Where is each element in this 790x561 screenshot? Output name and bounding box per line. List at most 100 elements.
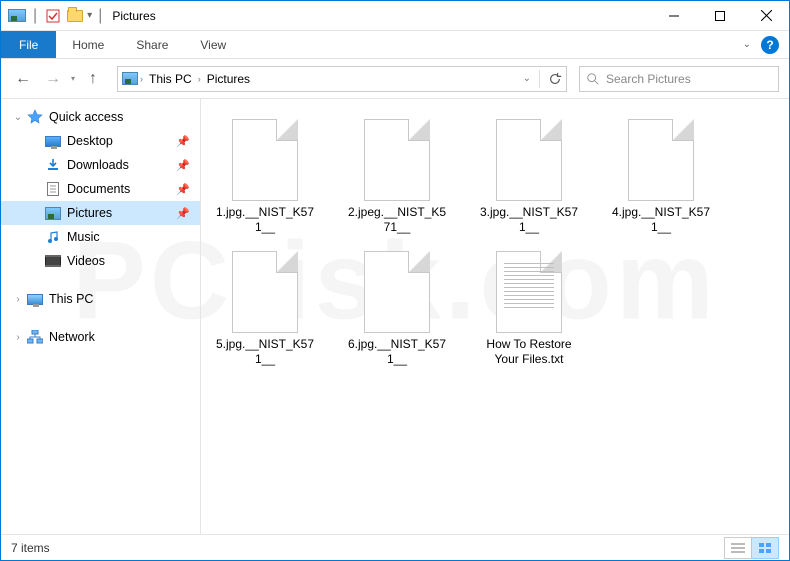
maximize-button[interactable] [697, 1, 743, 31]
sidebar-item-videos[interactable]: Videos [1, 249, 200, 273]
up-button[interactable]: ↑ [81, 67, 105, 91]
back-button[interactable]: ← [11, 67, 35, 91]
qat-separator: | [33, 7, 37, 25]
details-view-button[interactable] [724, 537, 752, 559]
blank-file-icon [360, 245, 434, 333]
refresh-button[interactable] [539, 70, 562, 88]
address-bar[interactable]: › This PC › Pictures ⌄ [117, 66, 567, 92]
properties-icon[interactable] [43, 6, 63, 26]
crumb-label: Pictures [207, 72, 250, 86]
file-tab-label: File [19, 38, 38, 52]
file-item[interactable]: How To Restore Your Files.txt [477, 245, 581, 367]
blank-file-icon [492, 113, 566, 201]
file-item[interactable]: 2.jpeg.__NIST_K571__ [345, 113, 449, 235]
file-name: 6.jpg.__NIST_K571__ [345, 337, 449, 367]
text-file-icon [492, 245, 566, 333]
status-bar: 7 items [1, 534, 789, 560]
tab-share[interactable]: Share [120, 31, 184, 58]
location-icon [122, 71, 138, 87]
pin-icon: 📌 [176, 183, 190, 196]
navbar: ← → ▾ ↑ › This PC › Pictures ⌄ Search Pi… [1, 59, 789, 99]
crumb-caret[interactable]: › [198, 74, 201, 84]
explorer-window: PCrisk.com | ▾ | Pictures File Home Shar… [0, 0, 790, 561]
sidebar-label: Downloads [67, 158, 129, 172]
blank-file-icon [360, 113, 434, 201]
sidebar: ⌄ Quick access Desktop 📌 Downloads 📌 Doc… [1, 99, 201, 534]
sidebar-this-pc[interactable]: › This PC [1, 287, 200, 311]
sidebar-item-music[interactable]: Music [1, 225, 200, 249]
file-item[interactable]: 3.jpg.__NIST_K571__ [477, 113, 581, 235]
music-icon [45, 229, 61, 245]
sidebar-label: Pictures [67, 206, 112, 220]
expand-caret-icon[interactable]: ⌄ [13, 112, 23, 123]
sidebar-label: Desktop [67, 134, 113, 148]
search-icon [586, 72, 600, 86]
file-grid: 1.jpg.__NIST_K571__ 2.jpeg.__NIST_K571__ 3… [213, 113, 777, 367]
forward-button[interactable]: → [41, 67, 65, 91]
file-name: 3.jpg.__NIST_K571__ [477, 205, 581, 235]
tab-label: View [200, 38, 226, 52]
blank-file-icon [228, 245, 302, 333]
close-button[interactable] [743, 1, 789, 31]
search-placeholder: Search Pictures [606, 72, 691, 86]
pin-icon: 📌 [176, 135, 190, 148]
window-title: Pictures [112, 9, 155, 23]
item-count: 7 items [11, 541, 50, 555]
file-item[interactable]: 4.jpg.__NIST_K571__ [609, 113, 713, 235]
desktop-icon [45, 133, 61, 149]
expand-caret-icon[interactable]: › [13, 332, 23, 343]
blank-file-icon [624, 113, 698, 201]
sidebar-item-pictures[interactable]: Pictures 📌 [1, 201, 200, 225]
address-dropdown[interactable]: ⌄ [523, 73, 531, 84]
file-pane[interactable]: 1.jpg.__NIST_K571__ 2.jpeg.__NIST_K571__ 3… [201, 99, 789, 534]
documents-icon [45, 181, 61, 197]
quick-access-toolbar: | ▾ | Pictures [1, 6, 156, 26]
sidebar-label: Music [67, 230, 100, 244]
tab-home[interactable]: Home [56, 31, 120, 58]
pictures-icon [45, 205, 61, 221]
new-folder-icon[interactable] [65, 6, 85, 26]
file-name: 4.jpg.__NIST_K571__ [609, 205, 713, 235]
file-item[interactable]: 5.jpg.__NIST_K571__ [213, 245, 317, 367]
search-box[interactable]: Search Pictures [579, 66, 779, 92]
app-icon [7, 6, 27, 26]
videos-icon [45, 253, 61, 269]
sidebar-network[interactable]: › Network [1, 325, 200, 349]
file-name: How To Restore Your Files.txt [477, 337, 581, 367]
sidebar-label: Network [49, 330, 95, 344]
downloads-icon [45, 157, 61, 173]
file-item[interactable]: 1.jpg.__NIST_K571__ [213, 113, 317, 235]
file-name: 5.jpg.__NIST_K571__ [213, 337, 317, 367]
this-pc-icon [27, 291, 43, 307]
ribbon-expand-caret[interactable]: ⌄ [743, 39, 751, 50]
sidebar-label: Videos [67, 254, 105, 268]
file-tab[interactable]: File [1, 31, 56, 58]
thumbnails-view-button[interactable] [751, 537, 779, 559]
help-icon[interactable]: ? [761, 36, 779, 54]
file-name: 1.jpg.__NIST_K571__ [213, 205, 317, 235]
file-item[interactable]: 6.jpg.__NIST_K571__ [345, 245, 449, 367]
sidebar-item-downloads[interactable]: Downloads 📌 [1, 153, 200, 177]
file-name: 2.jpeg.__NIST_K571__ [345, 205, 449, 235]
sidebar-label: This PC [49, 292, 93, 306]
blank-file-icon [228, 113, 302, 201]
tab-label: Share [136, 38, 168, 52]
titlebar: | ▾ | Pictures [1, 1, 789, 31]
sidebar-item-desktop[interactable]: Desktop 📌 [1, 129, 200, 153]
sidebar-item-documents[interactable]: Documents 📌 [1, 177, 200, 201]
crumb-caret[interactable]: › [140, 74, 143, 84]
body: ⌄ Quick access Desktop 📌 Downloads 📌 Doc… [1, 99, 789, 534]
qat-customize-caret[interactable]: ▾ [87, 10, 92, 21]
pin-icon: 📌 [176, 159, 190, 172]
crumb-current[interactable]: Pictures [203, 72, 254, 86]
tab-view[interactable]: View [184, 31, 242, 58]
window-controls [651, 1, 789, 31]
minimize-button[interactable] [651, 1, 697, 31]
expand-caret-icon[interactable]: › [13, 294, 23, 305]
star-icon [27, 109, 43, 125]
history-dropdown[interactable]: ▾ [71, 74, 75, 83]
sidebar-quick-access[interactable]: ⌄ Quick access [1, 105, 200, 129]
crumb-this-pc[interactable]: This PC [145, 72, 196, 86]
tab-label: Home [72, 38, 104, 52]
sidebar-label: Quick access [49, 110, 123, 124]
